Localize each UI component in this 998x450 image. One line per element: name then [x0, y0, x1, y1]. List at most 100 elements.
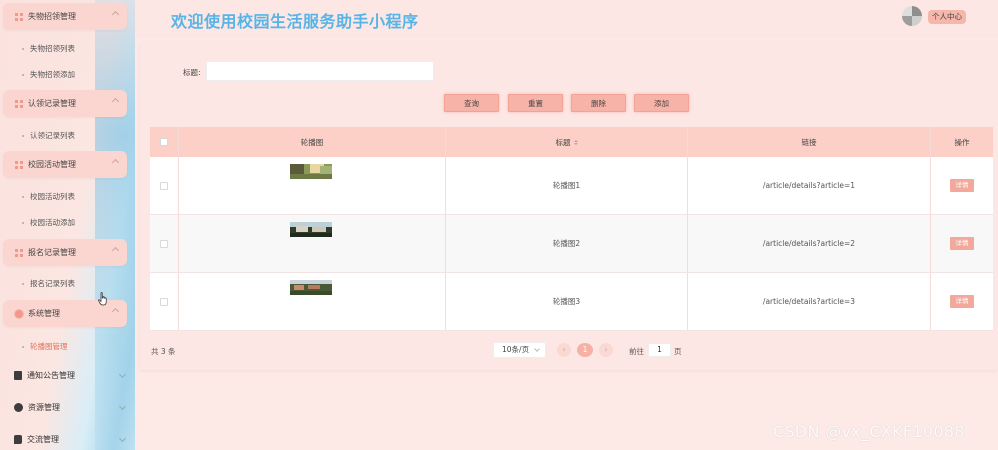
sidebar-item-carousel[interactable]: 轮播图管理: [22, 341, 68, 352]
link-cell: /article/details?article=1: [688, 157, 931, 214]
row-checkbox[interactable]: [160, 297, 168, 306]
sidebar-group-label: 认领记录管理: [28, 99, 76, 108]
sidebar-group-label: 报名记录管理: [28, 248, 76, 257]
title-search-label: 标题:: [183, 68, 201, 77]
page-number-current[interactable]: 1: [577, 343, 593, 357]
sidebar-item-label: 失物招领添加: [30, 70, 75, 79]
link-cell: /article/details?article=3: [688, 273, 931, 330]
grid-icon: [15, 99, 23, 108]
title-cell: 轮播图3: [446, 273, 688, 330]
sidebar-group-system[interactable]: 系统管理: [3, 300, 127, 327]
goto-page-input[interactable]: 1: [648, 343, 671, 357]
total-count: 共 3 条: [151, 347, 176, 356]
bullet-icon: [22, 345, 24, 348]
chevron-down-icon: [118, 434, 127, 443]
sort-icon[interactable]: [573, 139, 578, 145]
sidebar-item-label: 失物招领列表: [30, 44, 75, 53]
detail-button[interactable]: 详情: [950, 295, 974, 308]
chevron-down-icon: [534, 346, 540, 352]
row-checkbox[interactable]: [160, 239, 168, 248]
sidebar-group-label: 校园活动管理: [28, 160, 76, 169]
sidebar-group-lost-found[interactable]: 失物招领管理: [3, 3, 127, 30]
carousel-table: 轮播图 标题 链接 操作 轮播图1 /article/details?artic: [150, 127, 993, 331]
user-center-button[interactable]: 个人中心: [928, 10, 966, 24]
image-cell: [179, 215, 446, 272]
row-checkbox[interactable]: [160, 181, 168, 190]
content-panel: 标题: 查询 重置 删除 添加 轮播图 标题 链接 操作 轮播图1 /artic…: [140, 42, 998, 370]
sidebar-item-label: 通知公告管理: [27, 371, 75, 380]
sidebar-item-lost-found-list[interactable]: 失物招领列表: [22, 43, 75, 54]
sidebar-group-signup-records[interactable]: 报名记录管理: [3, 239, 127, 266]
table-row: 轮播图3 /article/details?article=3 详情: [150, 273, 993, 331]
sidebar-group-claim-records[interactable]: 认领记录管理: [3, 90, 127, 117]
sidebar-group-campus-activity[interactable]: 校园活动管理: [3, 151, 127, 178]
chevron-up-icon: [111, 158, 120, 167]
chevron-down-icon: [118, 370, 127, 379]
column-header-label: 标题: [555, 137, 571, 147]
hand-cursor-icon: [98, 292, 107, 306]
title-cell: 轮播图1: [446, 157, 688, 214]
sidebar: 失物招领管理 失物招领列表 失物招领添加 认领记录管理 认领记录列表 校园活动管…: [0, 0, 135, 450]
query-button[interactable]: 查询: [444, 94, 499, 112]
sidebar-item-activity-list[interactable]: 校园活动列表: [22, 191, 75, 202]
column-header-actions: 操作: [954, 137, 970, 147]
table-row: 轮播图2 /article/details?article=2 详情: [150, 215, 993, 273]
image-cell: [179, 273, 446, 330]
carousel-thumbnail: [290, 164, 332, 179]
title-cell: 轮播图2: [446, 215, 688, 272]
sidebar-item-label: 交流管理: [27, 435, 59, 444]
carousel-thumbnail: [290, 222, 332, 237]
sidebar-item-resources[interactable]: 资源管理: [14, 402, 127, 413]
column-header-link: 链接: [688, 127, 931, 157]
detail-button[interactable]: 详情: [950, 179, 974, 192]
sidebar-item-notices[interactable]: 通知公告管理: [14, 370, 127, 381]
sidebar-group-label: 系统管理: [28, 309, 60, 318]
chevron-up-icon: [111, 307, 120, 316]
chat-bubble-icon: [14, 435, 22, 444]
sidebar-item-claim-list[interactable]: 认领记录列表: [22, 130, 75, 141]
chevron-up-icon: [111, 97, 120, 106]
bullet-icon: [22, 221, 24, 224]
avatar[interactable]: [902, 6, 922, 26]
sidebar-item-label: 认领记录列表: [30, 131, 75, 140]
chevron-down-icon: [118, 402, 127, 411]
reset-button[interactable]: 重置: [508, 94, 563, 112]
app-title: 欢迎使用校园生活服务助手小程序: [171, 12, 419, 31]
sidebar-item-label: 资源管理: [28, 403, 60, 412]
bullet-icon: [22, 195, 24, 198]
sidebar-item-communication[interactable]: 交流管理: [14, 434, 127, 445]
table-header: 轮播图 标题 链接 操作: [150, 127, 993, 157]
grid-icon: [15, 12, 23, 21]
detail-button[interactable]: 详情: [950, 237, 974, 250]
add-button[interactable]: 添加: [634, 94, 689, 112]
sidebar-item-label: 报名记录列表: [30, 279, 75, 288]
chevron-up-icon: [111, 10, 120, 19]
table-row: 轮播图1 /article/details?article=1 详情: [150, 157, 993, 215]
image-cell: [179, 157, 446, 214]
select-all-checkbox[interactable]: [160, 138, 168, 146]
sidebar-group-label: 失物招领管理: [28, 12, 76, 21]
plus-circle-icon: [14, 403, 23, 412]
sidebar-item-signup-list[interactable]: 报名记录列表: [22, 278, 75, 289]
chevron-up-icon: [111, 246, 120, 255]
sidebar-item-label: 校园活动添加: [30, 218, 75, 227]
select-all-cell: [150, 127, 179, 157]
grid-icon: [15, 248, 23, 257]
bullet-icon: [22, 73, 24, 76]
column-header-image: 轮播图: [179, 127, 446, 157]
sidebar-item-label: 轮播图管理: [30, 342, 68, 351]
carousel-thumbnail: [290, 280, 332, 295]
watermark: CSDN @vx_CXKF10088: [773, 422, 965, 441]
prev-page-button[interactable]: ‹: [557, 343, 571, 357]
column-header-title[interactable]: 标题: [446, 127, 688, 157]
gear-icon: [15, 309, 23, 318]
bullet-icon: [22, 47, 24, 50]
page-size-select[interactable]: 10条/页: [493, 342, 546, 358]
document-icon: [14, 371, 22, 380]
sidebar-item-lost-found-add[interactable]: 失物招领添加: [22, 69, 75, 80]
title-search-input[interactable]: [206, 61, 434, 81]
delete-button[interactable]: 删除: [571, 94, 626, 112]
next-page-button[interactable]: ›: [599, 343, 613, 357]
sidebar-item-activity-add[interactable]: 校园活动添加: [22, 217, 75, 228]
sidebar-item-label: 校园活动列表: [30, 192, 75, 201]
